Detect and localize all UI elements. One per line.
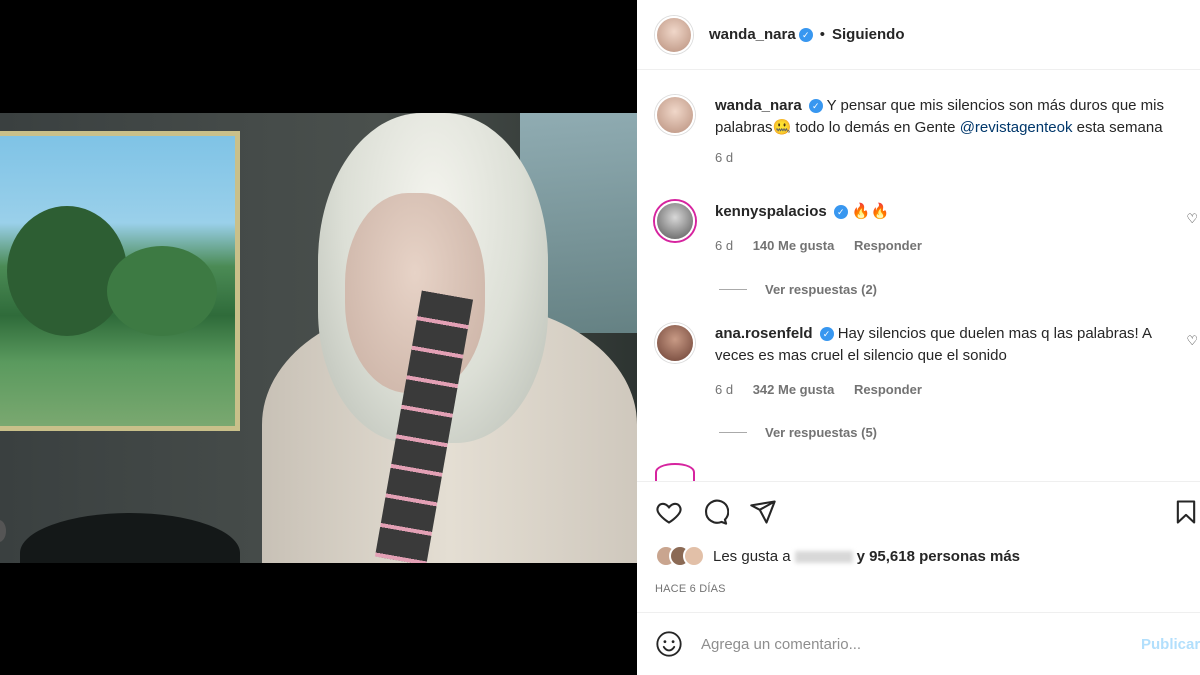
comments-list[interactable]: wanda_nara ✓ Y pensar que mis silencios s… <box>637 71 1200 481</box>
comment-avatar[interactable] <box>655 201 695 241</box>
action-bar <box>637 481 1200 541</box>
view-replies-button[interactable]: Ver respuestas (2) <box>719 282 877 297</box>
author-avatar[interactable] <box>655 15 693 54</box>
comment-text: 🔥🔥 <box>851 203 890 220</box>
bookmark-icon[interactable] <box>1172 498 1200 526</box>
post-image <box>0 113 637 563</box>
post-panel: wanda_nara ✓ • Siguiendo wanda_nara ✓ Y p… <box>637 0 1200 675</box>
comment-like-heart-icon[interactable]: ♡ <box>1186 333 1198 349</box>
chair <box>20 513 240 563</box>
view-replies-label: Ver respuestas (5) <box>765 425 878 440</box>
mention-link[interactable]: @revistagenteok <box>960 119 1073 136</box>
comment-avatar[interactable] <box>655 323 695 363</box>
comment-likes[interactable]: 342 Me gusta <box>753 382 835 397</box>
partial-comment-avatar <box>655 463 695 481</box>
comment-username[interactable]: kennyspalacios <box>715 203 827 220</box>
post-media[interactable] <box>0 0 637 675</box>
comment-item: ana.rosenfeld ✓ Hay silencios que duelen … <box>655 323 1185 401</box>
blurred-username <box>794 550 853 563</box>
caption: wanda_nara ✓ Y pensar que mis silencios s… <box>655 95 1185 169</box>
comment-icon[interactable] <box>701 498 729 526</box>
following-button[interactable]: Siguiendo <box>832 26 905 43</box>
author-username[interactable]: wanda_nara <box>709 26 796 43</box>
likes-count[interactable]: y 95,618 personas más <box>857 548 1020 565</box>
view-replies-button[interactable]: Ver respuestas (5) <box>719 425 877 440</box>
likes-summary[interactable]: Les gusta a y 95,618 personas más <box>655 545 1020 567</box>
comment-time[interactable]: 6 d <box>715 238 733 253</box>
likes-prefix: Les gusta a <box>713 547 791 565</box>
liker-avatar <box>683 545 705 567</box>
verified-icon: ✓ <box>808 99 823 114</box>
caption-username[interactable]: wanda_nara <box>715 97 802 114</box>
caption-avatar[interactable] <box>655 95 695 135</box>
caption-text-3: esta semana <box>1072 119 1163 136</box>
emoji-icon[interactable] <box>655 630 683 658</box>
verified-icon: ✓ <box>798 27 813 42</box>
comment-username[interactable]: ana.rosenfeld <box>715 325 813 342</box>
publish-button[interactable]: Publicar <box>1141 636 1200 653</box>
share-icon[interactable] <box>749 498 777 526</box>
comment-likes[interactable]: 140 Me gusta <box>753 238 835 253</box>
zipper-mouth-emoji: 🤐 <box>772 119 792 136</box>
post-header: wanda_nara ✓ • Siguiendo <box>637 0 1200 70</box>
add-comment-bar: Publicar <box>637 612 1200 675</box>
comment-input[interactable] <box>701 635 1121 653</box>
caption-text-2: todo lo demás en Gente <box>791 119 960 136</box>
comment-item: kennyspalacios ✓ 🔥🔥 6 d 140 Me gusta Resp… <box>655 201 1185 257</box>
painting-background <box>0 131 240 431</box>
post-timestamp[interactable]: HACE 6 DÍAS <box>655 583 726 595</box>
caption-time[interactable]: 6 d <box>715 150 733 165</box>
comment-time[interactable]: 6 d <box>715 382 733 397</box>
reply-button[interactable]: Responder <box>854 238 922 253</box>
view-replies-label: Ver respuestas (2) <box>765 282 878 297</box>
verified-icon: ✓ <box>819 327 834 342</box>
reply-button[interactable]: Responder <box>854 382 922 397</box>
verified-icon: ✓ <box>833 205 848 220</box>
separator-dot: • <box>819 26 825 43</box>
heart-icon[interactable] <box>655 498 683 526</box>
comment-like-heart-icon[interactable]: ♡ <box>1186 211 1198 227</box>
